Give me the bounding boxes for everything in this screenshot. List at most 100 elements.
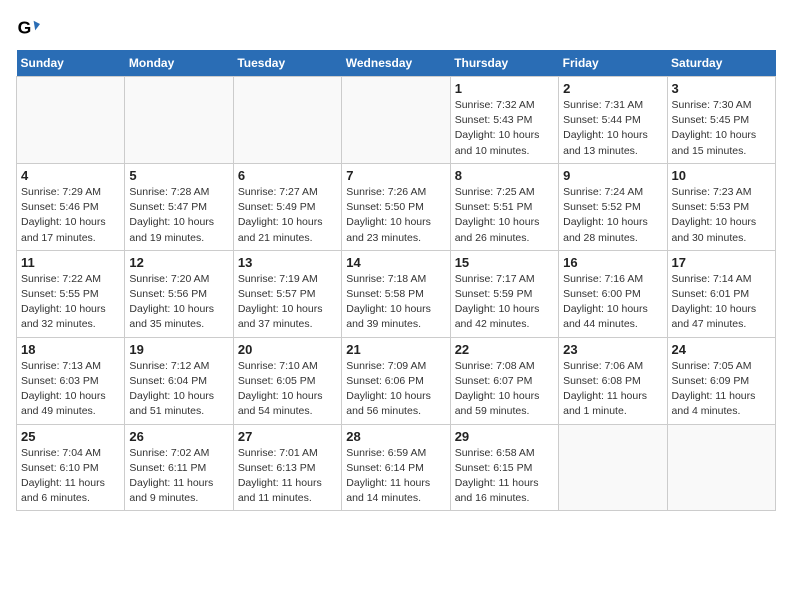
calendar-cell: 7Sunrise: 7:26 AM Sunset: 5:50 PM Daylig…: [342, 163, 450, 250]
day-header-monday: Monday: [125, 50, 233, 77]
calendar-cell: 5 Sunrise: 7:28 AM Sunset: 5:47 PM Daylig…: [125, 163, 233, 250]
day-info: Sunrise: 7:13 AM Sunset: 6:03 PM Dayligh…: [21, 359, 120, 420]
day-info: Sunrise: 7:16 AM Sunset: 6:00 PM Dayligh…: [563, 272, 662, 333]
day-header-wednesday: Wednesday: [342, 50, 450, 77]
day-number: 10: [672, 168, 771, 183]
calendar-cell: 25 Sunrise: 7:04 AM Sunset: 6:10 PM Dayli…: [17, 424, 125, 511]
calendar-cell: [667, 424, 775, 511]
day-number: 24: [672, 342, 771, 357]
day-number: 5: [129, 168, 228, 183]
calendar-week-4: 18 Sunrise: 7:13 AM Sunset: 6:03 PM Dayli…: [17, 337, 776, 424]
day-info: Sunrise: 7:31 AM Sunset: 5:44 PM Dayligh…: [563, 98, 662, 159]
day-info: Sunrise: 7:14 AM Sunset: 6:01 PM Dayligh…: [672, 272, 771, 333]
day-number: 11: [21, 255, 120, 270]
day-info: Sunrise: 7:26 AM Sunset: 5:50 PM Dayligh…: [346, 185, 445, 246]
calendar-week-1: 1 Sunrise: 7:32 AM Sunset: 5:43 PM Daylig…: [17, 77, 776, 164]
day-header-sunday: Sunday: [17, 50, 125, 77]
logo-icon: G: [16, 16, 40, 40]
day-number: 9: [563, 168, 662, 183]
calendar-cell: 20 Sunrise: 7:10 AM Sunset: 6:05 PM Dayli…: [233, 337, 341, 424]
day-header-tuesday: Tuesday: [233, 50, 341, 77]
calendar-cell: 29 Sunrise: 6:58 AM Sunset: 6:15 PM Dayli…: [450, 424, 558, 511]
day-number: 3: [672, 81, 771, 96]
day-header-thursday: Thursday: [450, 50, 558, 77]
calendar-cell: 23 Sunrise: 7:06 AM Sunset: 6:08 PM Dayli…: [559, 337, 667, 424]
day-info: Sunrise: 7:09 AM Sunset: 6:06 PM Dayligh…: [346, 359, 445, 420]
calendar-cell: 18 Sunrise: 7:13 AM Sunset: 6:03 PM Dayli…: [17, 337, 125, 424]
day-number: 12: [129, 255, 228, 270]
calendar-cell: 14Sunrise: 7:18 AM Sunset: 5:58 PM Dayli…: [342, 250, 450, 337]
day-number: 20: [238, 342, 337, 357]
day-number: 26: [129, 429, 228, 444]
calendar-cell: 10 Sunrise: 7:23 AM Sunset: 5:53 PM Dayli…: [667, 163, 775, 250]
calendar-cell: 26 Sunrise: 7:02 AM Sunset: 6:11 PM Dayli…: [125, 424, 233, 511]
calendar-body: 1 Sunrise: 7:32 AM Sunset: 5:43 PM Daylig…: [17, 77, 776, 511]
day-number: 19: [129, 342, 228, 357]
day-header-saturday: Saturday: [667, 50, 775, 77]
day-number: 2: [563, 81, 662, 96]
day-number: 25: [21, 429, 120, 444]
calendar-cell: 9 Sunrise: 7:24 AM Sunset: 5:52 PM Daylig…: [559, 163, 667, 250]
calendar-cell: 22Sunrise: 7:08 AM Sunset: 6:07 PM Dayli…: [450, 337, 558, 424]
calendar-table: SundayMondayTuesdayWednesdayThursdayFrid…: [16, 50, 776, 511]
day-number: 14: [346, 255, 445, 270]
calendar-cell: [17, 77, 125, 164]
page-header: G: [16, 16, 776, 40]
day-info: Sunrise: 7:30 AM Sunset: 5:45 PM Dayligh…: [672, 98, 771, 159]
calendar-cell: 28Sunrise: 6:59 AM Sunset: 6:14 PM Dayli…: [342, 424, 450, 511]
calendar-week-5: 25 Sunrise: 7:04 AM Sunset: 6:10 PM Dayli…: [17, 424, 776, 511]
day-number: 22: [455, 342, 554, 357]
day-number: 1: [455, 81, 554, 96]
day-number: 21: [346, 342, 445, 357]
day-number: 4: [21, 168, 120, 183]
day-info: Sunrise: 7:19 AM Sunset: 5:57 PM Dayligh…: [238, 272, 337, 333]
calendar-cell: [342, 77, 450, 164]
day-number: 18: [21, 342, 120, 357]
day-info: Sunrise: 7:01 AM Sunset: 6:13 PM Dayligh…: [238, 446, 337, 507]
day-number: 29: [455, 429, 554, 444]
calendar-cell: [233, 77, 341, 164]
day-number: 17: [672, 255, 771, 270]
day-info: Sunrise: 7:29 AM Sunset: 5:46 PM Dayligh…: [21, 185, 120, 246]
calendar-week-3: 11 Sunrise: 7:22 AM Sunset: 5:55 PM Dayli…: [17, 250, 776, 337]
day-number: 15: [455, 255, 554, 270]
day-info: Sunrise: 7:12 AM Sunset: 6:04 PM Dayligh…: [129, 359, 228, 420]
day-info: Sunrise: 7:32 AM Sunset: 5:43 PM Dayligh…: [455, 98, 554, 159]
calendar-cell: [125, 77, 233, 164]
calendar-cell: 3 Sunrise: 7:30 AM Sunset: 5:45 PM Daylig…: [667, 77, 775, 164]
calendar-cell: 15 Sunrise: 7:17 AM Sunset: 5:59 PM Dayli…: [450, 250, 558, 337]
calendar-header-row: SundayMondayTuesdayWednesdayThursdayFrid…: [17, 50, 776, 77]
day-number: 13: [238, 255, 337, 270]
calendar-cell: 2 Sunrise: 7:31 AM Sunset: 5:44 PM Daylig…: [559, 77, 667, 164]
calendar-cell: 19 Sunrise: 7:12 AM Sunset: 6:04 PM Dayli…: [125, 337, 233, 424]
day-number: 27: [238, 429, 337, 444]
calendar-cell: 21 Sunrise: 7:09 AM Sunset: 6:06 PM Dayli…: [342, 337, 450, 424]
logo: G: [16, 16, 44, 40]
day-number: 16: [563, 255, 662, 270]
day-info: Sunrise: 6:58 AM Sunset: 6:15 PM Dayligh…: [455, 446, 554, 507]
calendar-cell: 6 Sunrise: 7:27 AM Sunset: 5:49 PM Daylig…: [233, 163, 341, 250]
day-number: 6: [238, 168, 337, 183]
calendar-cell: 13 Sunrise: 7:19 AM Sunset: 5:57 PM Dayli…: [233, 250, 341, 337]
day-info: Sunrise: 7:25 AM Sunset: 5:51 PM Dayligh…: [455, 185, 554, 246]
calendar-cell: [559, 424, 667, 511]
day-info: Sunrise: 6:59 AM Sunset: 6:14 PM Dayligh…: [346, 446, 445, 507]
day-info: Sunrise: 7:28 AM Sunset: 5:47 PM Dayligh…: [129, 185, 228, 246]
calendar-cell: 16 Sunrise: 7:16 AM Sunset: 6:00 PM Dayli…: [559, 250, 667, 337]
day-info: Sunrise: 7:17 AM Sunset: 5:59 PM Dayligh…: [455, 272, 554, 333]
day-info: Sunrise: 7:06 AM Sunset: 6:08 PM Dayligh…: [563, 359, 662, 420]
day-info: Sunrise: 7:02 AM Sunset: 6:11 PM Dayligh…: [129, 446, 228, 507]
svg-text:G: G: [18, 18, 32, 38]
calendar-cell: 27 Sunrise: 7:01 AM Sunset: 6:13 PM Dayli…: [233, 424, 341, 511]
day-info: Sunrise: 7:10 AM Sunset: 6:05 PM Dayligh…: [238, 359, 337, 420]
day-info: Sunrise: 7:24 AM Sunset: 5:52 PM Dayligh…: [563, 185, 662, 246]
day-number: 23: [563, 342, 662, 357]
calendar-week-2: 4 Sunrise: 7:29 AM Sunset: 5:46 PM Daylig…: [17, 163, 776, 250]
day-info: Sunrise: 7:23 AM Sunset: 5:53 PM Dayligh…: [672, 185, 771, 246]
calendar-cell: 4 Sunrise: 7:29 AM Sunset: 5:46 PM Daylig…: [17, 163, 125, 250]
day-info: Sunrise: 7:27 AM Sunset: 5:49 PM Dayligh…: [238, 185, 337, 246]
day-info: Sunrise: 7:22 AM Sunset: 5:55 PM Dayligh…: [21, 272, 120, 333]
day-number: 8: [455, 168, 554, 183]
day-info: Sunrise: 7:04 AM Sunset: 6:10 PM Dayligh…: [21, 446, 120, 507]
day-info: Sunrise: 7:05 AM Sunset: 6:09 PM Dayligh…: [672, 359, 771, 420]
